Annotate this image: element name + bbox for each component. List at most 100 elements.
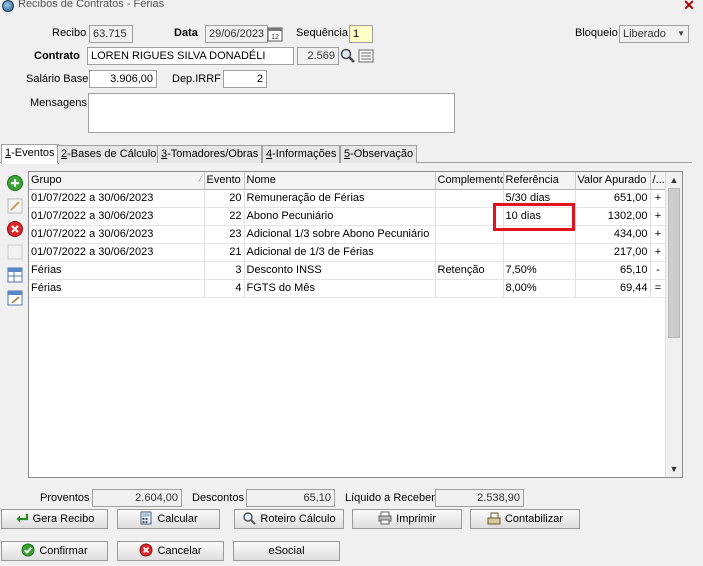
arrow-return-icon — [16, 514, 28, 523]
gera-recibo-button[interactable]: Gera Recibo — [1, 509, 108, 529]
calculator-icon — [140, 511, 152, 525]
descontos-label: Descontos — [192, 492, 244, 504]
contrato-code-field[interactable]: 2.569 — [297, 47, 339, 65]
imprimir-button[interactable]: Imprimir — [352, 509, 462, 529]
contrato-label: Contrato — [34, 50, 80, 62]
cell-valor: 651,00 — [575, 189, 651, 208]
vertical-scrollbar[interactable]: ▲ ▼ — [665, 172, 682, 477]
cell-valor: 434,00 — [575, 225, 651, 244]
cell-sinal: + — [650, 189, 667, 208]
sequencia-label: Sequência — [296, 27, 348, 39]
blank-icon[interactable] — [6, 243, 24, 261]
cell-grupo: 01/07/2022 a 30/06/2023 — [29, 243, 205, 262]
form-edit-icon[interactable] — [6, 289, 24, 307]
cell-nome: Adicional de 1/3 de Férias — [244, 243, 436, 262]
cell-nome: Desconto INSS — [244, 261, 436, 280]
cell-complemento — [435, 243, 504, 262]
tab-observacao[interactable]: 5-Observação — [340, 145, 418, 163]
add-icon[interactable] — [6, 174, 24, 192]
cell-valor: 217,00 — [575, 243, 651, 262]
title-bar: Recibos de Contratos - Férias ✕ — [0, 0, 703, 14]
table-icon[interactable] — [6, 266, 24, 284]
magnifier-icon — [243, 512, 257, 525]
cell-sinal: = — [650, 279, 667, 298]
bloqueio-select[interactable]: Liberado ▼ — [619, 25, 689, 43]
edit-icon[interactable] — [6, 197, 24, 215]
tab-eventos[interactable]: 1-Eventos — [1, 144, 59, 164]
column-header-referencia[interactable]: Referência — [503, 172, 576, 190]
cell-complemento: Retenção — [435, 261, 504, 280]
printer-icon — [378, 511, 392, 525]
cell-evento: 21 — [204, 243, 245, 262]
column-header-sinal[interactable]: /... — [650, 172, 667, 190]
cell-sinal: + — [650, 207, 667, 226]
cell-grupo: Férias — [29, 279, 205, 298]
cell-complemento — [435, 279, 504, 298]
depirrf-label: Dep.IRRF — [172, 73, 221, 85]
proventos-label: Proventos — [40, 492, 90, 504]
cell-valor: 65,10 — [575, 261, 651, 280]
scrollbar-thumb[interactable] — [668, 188, 680, 338]
cell-nome: Abono Pecuniário — [244, 207, 436, 226]
cell-evento: 3 — [204, 261, 245, 280]
cell-valor: 1302,00 — [575, 207, 651, 226]
table-row[interactable]: Férias 3 Desconto INSS Retenção 7,50% 65… — [29, 261, 667, 280]
delete-icon[interactable] — [6, 220, 24, 238]
data-field[interactable]: 29/06/2023 — [205, 25, 268, 43]
mensagens-label: Mensagens — [30, 97, 87, 109]
tab-informacoes[interactable]: 4-Informações — [262, 145, 341, 163]
scroll-up-icon[interactable]: ▲ — [668, 174, 680, 186]
roteiro-calculo-button[interactable]: Roteiro Cálculo — [234, 509, 344, 529]
cell-referencia: 7,50% — [503, 261, 576, 280]
check-circle-icon — [21, 543, 35, 557]
cash-register-icon — [487, 512, 501, 525]
cell-grupo: 01/07/2022 a 30/06/2023 — [29, 207, 205, 226]
cell-sinal: - — [650, 261, 667, 280]
column-header-complemento[interactable]: Complemento — [435, 172, 504, 190]
close-icon[interactable]: ✕ — [679, 0, 699, 14]
liquido-field: 2.538,90 — [435, 489, 524, 507]
cell-evento: 4 — [204, 279, 245, 298]
esocial-button[interactable]: eSocial — [233, 541, 340, 561]
salario-label: Salário Base — [26, 73, 89, 85]
cancel-circle-icon — [139, 543, 153, 557]
table-row[interactable]: 01/07/2022 a 30/06/2023 21 Adicional de … — [29, 243, 667, 262]
column-header-evento[interactable]: Evento — [204, 172, 245, 190]
table-row[interactable]: Férias 4 FGTS do Mês 8,00% 69,44 = — [29, 279, 667, 298]
descontos-field: 65,10 — [246, 489, 335, 507]
app-icon — [2, 0, 14, 12]
cell-nome: Adicional 1/3 sobre Abono Pecuniário — [244, 225, 436, 244]
salario-field[interactable]: 3.906,00 — [89, 70, 157, 88]
cell-sinal: + — [650, 243, 667, 262]
contrato-name-field[interactable]: LOREN RIGUES SILVA DONADÉLI — [87, 47, 294, 65]
list-icon[interactable] — [358, 48, 374, 64]
scroll-down-icon[interactable]: ▼ — [668, 463, 680, 475]
search-icon[interactable] — [340, 48, 356, 64]
window-title: Recibos de Contratos - Férias — [18, 0, 165, 10]
cell-evento: 23 — [204, 225, 245, 244]
depirrf-field[interactable]: 2 — [223, 70, 267, 88]
cancelar-button[interactable]: Cancelar — [117, 541, 224, 561]
column-header-nome[interactable]: Nome — [244, 172, 436, 190]
cell-grupo: 01/07/2022 a 30/06/2023 — [29, 225, 205, 244]
bloqueio-label: Bloqueio — [575, 27, 618, 39]
cell-grupo: Férias — [29, 261, 205, 280]
column-header-valor-apurado[interactable]: Valor Apurado — [575, 172, 651, 190]
liquido-label: Líquido a Receber — [345, 492, 435, 504]
cell-sinal: + — [650, 225, 667, 244]
column-header-grupo[interactable]: Grupo ⁄ — [29, 172, 205, 190]
calendar-icon[interactable]: 12 — [267, 26, 283, 42]
confirmar-button[interactable]: Confirmar — [1, 541, 108, 561]
contabilizar-button[interactable]: Contabilizar — [470, 509, 580, 529]
chevron-down-icon[interactable]: ▼ — [677, 26, 685, 42]
calcular-button[interactable]: Calcular — [117, 509, 220, 529]
tab-tomadores-obras[interactable]: 3-Tomadores/Obras — [157, 145, 263, 163]
eventos-grid[interactable]: Grupo ⁄ Evento Nome Complemento Referênci… — [28, 171, 683, 478]
proventos-field: 2.604,00 — [92, 489, 182, 507]
mensagens-textarea[interactable] — [88, 93, 455, 133]
cell-grupo: 01/07/2022 a 30/06/2023 — [29, 189, 205, 208]
cell-evento: 20 — [204, 189, 245, 208]
svg-text:12: 12 — [271, 34, 279, 41]
tab-bases-calculo[interactable]: 2-Bases de Cálculo — [57, 145, 161, 163]
sequencia-field[interactable]: 1 — [349, 25, 373, 43]
